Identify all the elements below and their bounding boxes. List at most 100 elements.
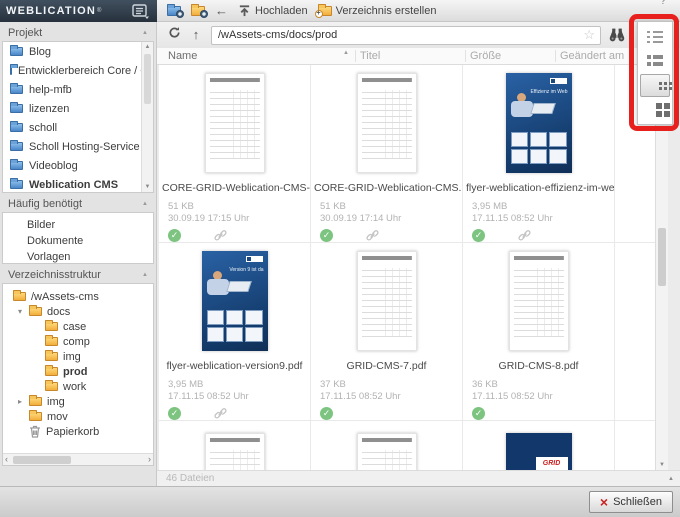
tree-item-wassets-cms[interactable]: /wAssets-cms [3,289,153,304]
expander-open-icon[interactable]: ▾ [16,307,24,316]
column-name[interactable]: Name [168,50,197,62]
link-icon[interactable] [518,229,531,242]
section-title: Verzeichnisstruktur [8,269,101,281]
projekt-scrollbar[interactable]: ▲ ▼ [141,42,153,192]
view-small-grid-button[interactable] [640,73,670,97]
file-grid-scrollbar[interactable]: ▲ ▼ [655,65,668,470]
upload-button[interactable]: Hochladen [238,4,308,17]
search-button[interactable] [609,28,625,42]
project-label: help-mfb [29,83,72,96]
column-titel[interactable]: Titel [360,50,380,62]
tree-item-prod[interactable]: prod [3,364,153,379]
tree-item-case[interactable]: case [3,319,153,334]
section-header-projekt[interactable]: Projekt ▲ [0,22,156,41]
project-item-scholl[interactable]: scholl [3,118,153,137]
scroll-down-icon[interactable]: ▼ [142,184,153,190]
up-arrow-icon: ↑ [192,27,200,42]
scroll-left-icon[interactable]: ‹ [5,454,8,465]
refresh-button[interactable] [163,26,185,44]
scroll-right-icon[interactable]: › [148,454,151,465]
file-card-core-grid[interactable]: CORE-GRID-Weblication-CMS.pdf 51 KB 30.0… [311,65,463,243]
column-geaendert-am[interactable]: Geändert am [560,50,624,62]
quick-item-bilder[interactable]: Bilder [3,217,153,233]
quick-label: Vorlagen [27,251,71,263]
folder-gear-yellow-icon [191,3,208,18]
link-icon[interactable] [214,229,227,242]
file-card-grid-cms-8[interactable]: GRID-CMS-8.pdf 36 KB 17.11.15 08:52 Uhr … [463,243,615,421]
tree-item-img2[interactable]: ▸ img [3,394,153,409]
weblication-logo-icon [549,78,567,84]
sort-ascending-icon[interactable]: ▲ [343,50,349,56]
help-icon[interactable]: ? [660,0,666,7]
pdf-thumbnail: Version 9 ist da [201,251,268,352]
tree-item-papierkorb[interactable]: Papierkorb [3,424,153,439]
registered-mark: ® [97,8,102,14]
path-input[interactable]: /wAssets-cms/docs/prod ☆ [211,25,601,45]
menu-button[interactable] [131,3,151,19]
tree-item-img[interactable]: img [3,349,153,364]
project-item-videoblog[interactable]: Videoblog [3,156,153,175]
tree-label: work [63,380,87,393]
folder-icon [45,350,58,361]
upload-label: Hochladen [255,4,308,17]
file-card-core-grid-vp[interactable]: CORE-GRID-Weblication-CMS-VP.pdf 51 KB 3… [159,65,311,243]
link-icon[interactable] [366,229,379,242]
tree-horizontal-scrollbar[interactable]: ‹ › [3,453,153,465]
favorite-star-icon[interactable]: ☆ [583,27,600,43]
expander-closed-icon[interactable]: ▸ [16,397,24,406]
flyer-tiles [206,310,263,343]
view-detail-list-button[interactable] [640,50,670,73]
file-card-partial-2[interactable] [311,421,463,470]
published-check-icon: ✓ [472,229,485,242]
file-name: flyer-weblication-version9.pdf [166,360,303,372]
section-header-verzeichnis[interactable]: Verzeichnisstruktur ▲ [0,264,156,283]
scroll-up-icon[interactable]: ▲ [142,44,153,50]
project-settings-button[interactable] [167,3,184,18]
quick-label: Dokumente [27,235,84,247]
column-groesse[interactable]: Größe [470,50,501,62]
pdf-thumbnail [356,433,417,470]
folder-icon [10,45,23,56]
quick-item-dokumente[interactable]: Dokumente [3,233,153,249]
create-directory-button[interactable]: + Verzeichnis erstellen [314,3,436,18]
view-large-grid-button[interactable] [640,98,670,121]
tree-item-docs[interactable]: ▾ docs [3,304,153,319]
back-button[interactable]: ← [215,3,228,18]
up-directory-button[interactable]: ↑ [185,26,207,44]
folder-icon [13,290,26,301]
project-item-blog[interactable]: Blog [3,42,153,61]
view-list-button[interactable] [640,26,670,49]
project-item-help-mfb[interactable]: help-mfb [3,80,153,99]
published-check-icon: ✓ [320,407,333,420]
project-item-weblication-cms[interactable]: Weblication CMS [3,175,153,192]
tree-item-comp[interactable]: comp [3,334,153,349]
file-card-partial-1[interactable] [159,421,311,470]
section-header-haeufig[interactable]: Häufig benötigt ▲ [0,193,156,212]
scrollbar-thumb[interactable] [13,456,71,464]
scrollbar-thumb[interactable] [144,54,151,104]
folder-icon [45,365,58,376]
laptop-image [225,281,252,292]
file-card-grid-cms-7[interactable]: GRID-CMS-7.pdf 37 KB 17.11.15 08:52 Uhr … [311,243,463,421]
scrollbar-thumb[interactable] [658,228,666,286]
file-card-flyer-effizienz[interactable]: Effizienz im Web flyer-weblication-effiz… [463,65,615,243]
published-check-icon: ✓ [168,229,181,242]
binoculars-icon [609,28,625,42]
quick-item-vorlagen[interactable]: Vorlagen [3,249,153,263]
file-date: 17.11.15 08:52 Uhr [320,391,401,402]
empty-grid-cell [615,243,655,421]
app-header: Weblication ® ← Hochladen + Verzeichnis e… [0,0,680,22]
collapse-panel-icon[interactable]: ▲ [668,476,680,482]
file-card-flyer-version9[interactable]: Version 9 ist da flyer-weblication-versi… [159,243,311,421]
project-item-scholl-hosting[interactable]: Scholl Hosting-Service [3,137,153,156]
project-item-lizenzen[interactable]: lizenzen [3,99,153,118]
file-card-partial-3[interactable]: GRID [463,421,615,470]
project-item-entwicklerbereich[interactable]: Entwicklerbereich Core / Grid [3,61,153,80]
scroll-down-icon[interactable]: ▼ [656,462,668,468]
tree-item-mov[interactable]: mov [3,409,153,424]
close-button[interactable]: × Schließen [588,491,673,513]
directory-settings-button[interactable] [191,3,208,18]
tree-item-work[interactable]: work [3,379,153,394]
link-icon[interactable] [214,407,227,420]
tree-label: Papierkorb [46,425,100,438]
